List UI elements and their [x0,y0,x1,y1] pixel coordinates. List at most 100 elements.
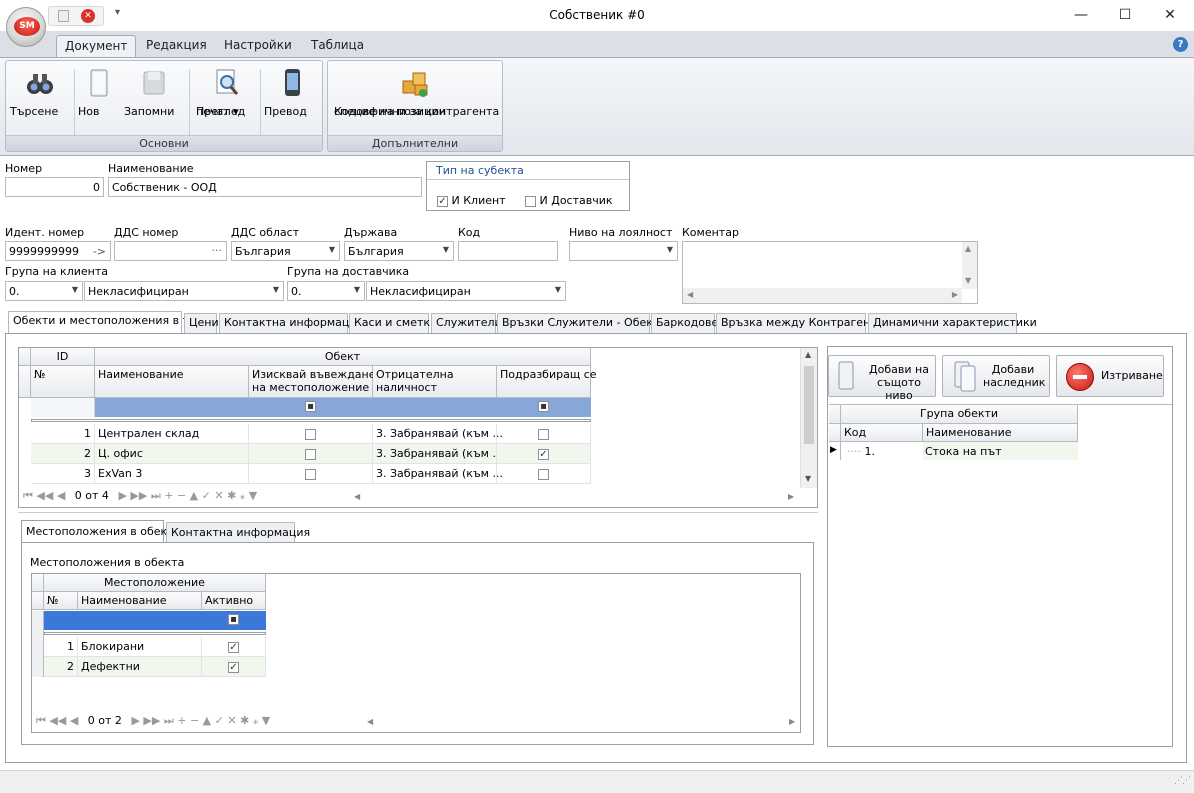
tab-objects[interactable]: Обекти и местоположения в тях [8,311,202,334]
nav-accept-icon[interactable]: ✓ [202,489,211,502]
header-number[interactable]: № [44,592,78,610]
header-object-group[interactable]: Група обекти [841,405,1078,424]
translate-button[interactable]: Превод [264,65,320,137]
tab-settings[interactable]: Настройки [216,35,300,58]
subtab-locations[interactable]: Местоположения в обекта [21,520,180,543]
client-group-combo[interactable]: Некласифициран ▼ [84,281,284,301]
tab-dynamic-properties[interactable]: Динамични характеристики [868,313,1037,334]
is-supplier-checkbox[interactable]: И Доставчик [525,194,613,207]
header-code[interactable]: Код [841,424,923,442]
nav-first-icon[interactable]: ⏮ [23,489,33,502]
nav-first-icon[interactable]: ⏮ [36,714,46,727]
scroll-left-icon[interactable]: ◀ [367,717,373,726]
tab-employee-object-links[interactable]: Връзки Служители - Обекти [497,313,666,334]
checkbox-indeterminate[interactable]: ▪ [228,614,239,625]
horizontal-splitter[interactable] [18,512,818,515]
cell-name[interactable]: Дефектни [78,657,202,677]
tab-barcodes[interactable]: Баркодове [651,313,718,334]
cell-negative[interactable]: 3. Забранявай (към ... [373,424,503,444]
checkbox-checked[interactable]: ✓ [538,448,549,460]
tab-cash-accounts[interactable]: Каси и сметки [349,313,437,334]
cell-active[interactable]: ✓ [202,637,266,657]
scroll-right-icon[interactable]: ▶ [789,717,795,726]
header-require-location[interactable]: Изисквай въвеждане на местоположение [249,366,376,398]
nav-cancel-icon[interactable]: ✕ [227,714,236,727]
nav-goto-bookmark-icon[interactable]: ⁎ [253,714,259,727]
header-name[interactable]: Наименование [78,592,202,610]
vertical-scrollbar[interactable]: ▲ ▼ [962,242,977,289]
cell-require[interactable] [249,464,373,484]
tab-table[interactable]: Таблица [303,35,372,58]
cell-negative[interactable]: 3. Забранявай (към ... [373,464,503,484]
header-name[interactable]: Наименование [923,424,1078,442]
nav-filter-icon[interactable]: ▼ [249,489,257,502]
nav-goto-bookmark-icon[interactable]: ⁎ [240,489,246,502]
print-preview-button[interactable]: Преглед печат ▾ [196,65,256,137]
comment-field[interactable]: ▲ ▼ ◀ ▶ [682,241,978,304]
ident-arrow-button[interactable]: -> [93,245,106,258]
header-object[interactable]: Обект [95,348,591,366]
nav-prev-icon[interactable]: ◀ [70,714,78,727]
header-default[interactable]: Подразбиращ се [497,366,597,398]
supplier-group-code-combo[interactable]: 0. ▼ [287,281,365,301]
supplier-group-combo[interactable]: Некласифициран ▼ [366,281,566,301]
vat-region-combo[interactable]: България ▼ [231,241,340,261]
tab-edit[interactable]: Редакция [138,35,215,58]
tab-prices[interactable]: Цени [184,313,219,334]
loyalty-combo[interactable]: ▼ [569,241,678,261]
nav-next-page-icon[interactable]: ▶▶ [130,489,147,502]
nav-add-icon[interactable]: + [177,714,186,727]
cell-default[interactable] [497,424,591,444]
scroll-thumb[interactable] [804,366,814,444]
vat-field[interactable]: ··· [114,241,227,261]
is-client-checkbox[interactable]: ✓ И Клиент [437,194,506,207]
new-button[interactable]: Нов [78,65,120,137]
vertical-scrollbar[interactable]: ▲ ▼ [800,348,817,488]
nav-next-icon[interactable]: ▶ [118,489,126,502]
checkbox-indeterminate[interactable]: ▪ [538,401,549,412]
resize-grip-icon[interactable]: ⋰⋰ [1174,776,1191,786]
cell-negative[interactable]: 3. Забранявай (към ... [373,444,503,464]
save-button[interactable]: Запомни [124,65,184,137]
cell-name[interactable]: Блокирани [78,637,202,657]
cell-default[interactable] [497,464,591,484]
nav-last-icon[interactable]: ⏭ [164,714,174,727]
cell-number[interactable]: 1 [44,637,78,657]
name-field[interactable]: Собственик - ООД [108,177,422,197]
checkbox-unchecked[interactable] [305,448,316,460]
checkbox-unchecked[interactable] [305,468,316,480]
header-id[interactable]: ID [31,348,95,366]
cell-number[interactable]: 2 [44,657,78,677]
minimize-button[interactable]: — [1058,0,1104,31]
country-combo[interactable]: България ▼ [344,241,454,261]
new-row-selected[interactable]: ▪ ▪ [95,398,591,417]
number-field[interactable]: 0 [5,177,104,197]
code-field[interactable] [458,241,558,261]
scroll-left-icon[interactable]: ◀ [354,492,360,501]
nav-accept-icon[interactable]: ✓ [215,714,224,727]
nav-next-icon[interactable]: ▶ [131,714,139,727]
nav-remove-icon[interactable]: − [190,714,199,727]
cell-require[interactable] [249,444,373,464]
nav-bookmark-icon[interactable]: ✱ [227,489,236,502]
new-row-selected[interactable]: ▪ [44,611,266,630]
cell-name[interactable]: ExVan 3 [95,464,249,484]
delete-button[interactable]: Изтриване [1056,355,1164,397]
tree-node-code[interactable]: ···· 1. [841,442,923,460]
cell-number[interactable]: 3 [31,464,95,484]
item-codes-button[interactable]: Кодове на позиции специфични за контраге… [334,65,499,137]
horizontal-scrollbar[interactable]: ◀ ▶ [683,288,962,303]
nav-prev-icon[interactable]: ◀ [57,489,65,502]
header-location[interactable]: Местоположение [44,574,266,592]
header-name[interactable]: Наименование [95,366,249,398]
add-child-button[interactable]: Добави наследник [942,355,1050,397]
search-button[interactable]: Търсене [10,65,70,137]
cell-name[interactable]: Централен склад [95,424,249,444]
nav-filter-icon[interactable]: ▼ [262,714,270,727]
checkbox-checked[interactable]: ✓ [228,661,239,673]
close-button[interactable]: ✕ [1147,0,1193,31]
help-icon[interactable]: ? [1173,37,1188,52]
checkbox-indeterminate[interactable]: ▪ [305,401,316,412]
vertical-splitter[interactable] [821,345,824,745]
subtab-contact-info[interactable]: Контактна информация [166,522,310,543]
